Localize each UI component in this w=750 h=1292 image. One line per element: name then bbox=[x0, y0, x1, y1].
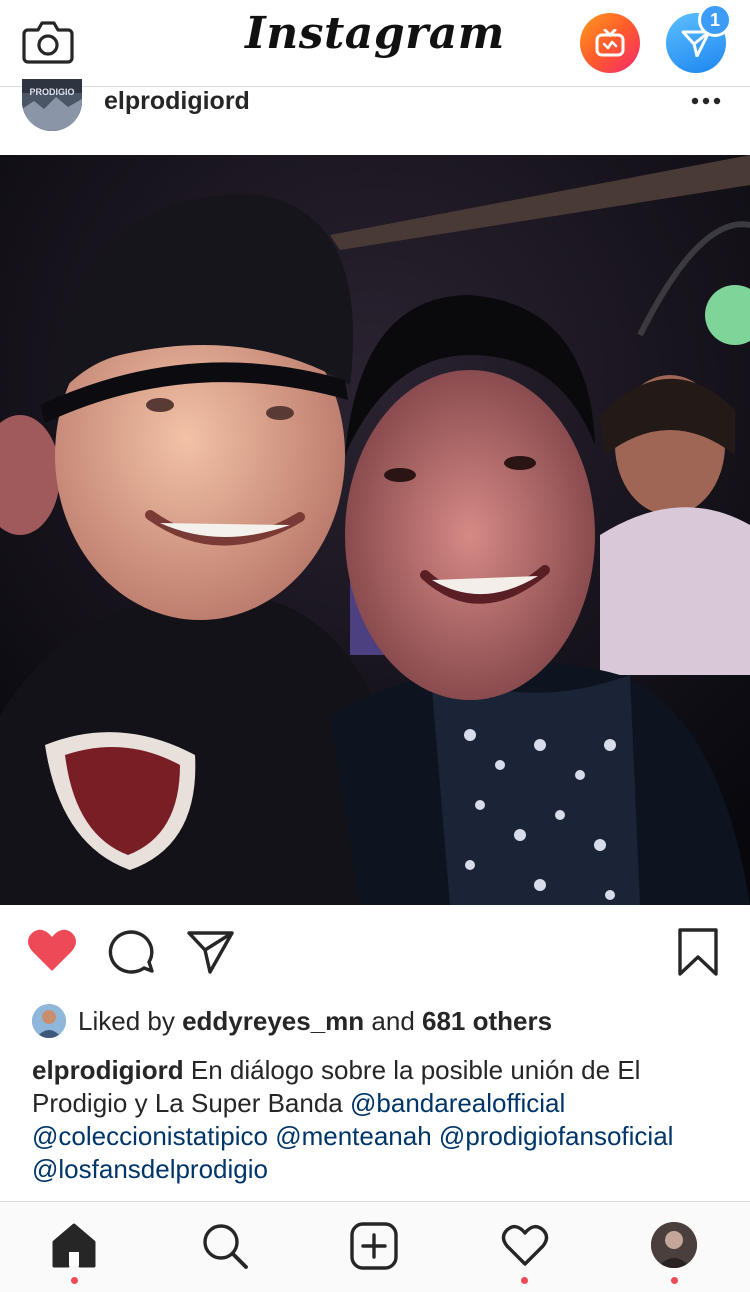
post-photo[interactable] bbox=[0, 155, 750, 905]
liker-avatar[interactable] bbox=[32, 1004, 66, 1038]
avatar-logo-text: PRODIGIO bbox=[29, 87, 74, 97]
heart-icon[interactable] bbox=[26, 927, 78, 978]
post-author-avatar[interactable]: PRODIGIO bbox=[22, 79, 82, 131]
post-username[interactable]: elprodigiord bbox=[104, 87, 250, 116]
share-icon[interactable] bbox=[186, 929, 236, 980]
home-icon[interactable] bbox=[50, 1222, 98, 1273]
activity-icon[interactable] bbox=[500, 1222, 550, 1273]
search-icon[interactable] bbox=[200, 1222, 250, 1275]
mention-link[interactable]: @bandarealofficial bbox=[350, 1088, 565, 1118]
likes-count[interactable]: 681 others bbox=[422, 1006, 552, 1036]
new-post-icon[interactable] bbox=[350, 1222, 398, 1275]
igtv-icon[interactable] bbox=[580, 13, 640, 73]
bottom-tab-bar bbox=[0, 1201, 750, 1292]
post-caption: elprodigiord En diálogo sobre la posible… bbox=[32, 1054, 722, 1186]
likes-text: Liked by eddyreyes_mn and 681 others bbox=[78, 1006, 552, 1037]
home-notification-dot bbox=[71, 1277, 78, 1284]
bookmark-icon[interactable] bbox=[676, 927, 720, 982]
mention-link[interactable]: @coleccionistatipico bbox=[32, 1121, 268, 1151]
more-options-icon[interactable] bbox=[688, 87, 728, 117]
mention-link[interactable]: @menteanah bbox=[275, 1121, 432, 1151]
top-app-bar: Instagram 1 bbox=[0, 0, 750, 87]
post-actions bbox=[0, 905, 750, 1000]
likes-row[interactable]: Liked by eddyreyes_mn and 681 others bbox=[0, 1000, 750, 1045]
mention-link[interactable]: @prodigiofansoficial bbox=[439, 1121, 674, 1151]
profile-notification-dot bbox=[671, 1277, 678, 1284]
likes-prefix: Liked by bbox=[78, 1006, 183, 1036]
caption-username[interactable]: elprodigiord bbox=[32, 1055, 184, 1085]
likes-conjunction: and bbox=[364, 1006, 423, 1036]
post-header: PRODIGIO elprodigiord bbox=[0, 79, 750, 155]
notification-badge: 1 bbox=[698, 3, 732, 37]
profile-avatar[interactable] bbox=[651, 1222, 697, 1268]
liker-username[interactable]: eddyreyes_mn bbox=[182, 1006, 364, 1036]
mention-link[interactable]: @losfansdelprodigio bbox=[32, 1154, 268, 1184]
activity-notification-dot bbox=[521, 1277, 528, 1284]
comment-icon[interactable] bbox=[106, 929, 156, 980]
